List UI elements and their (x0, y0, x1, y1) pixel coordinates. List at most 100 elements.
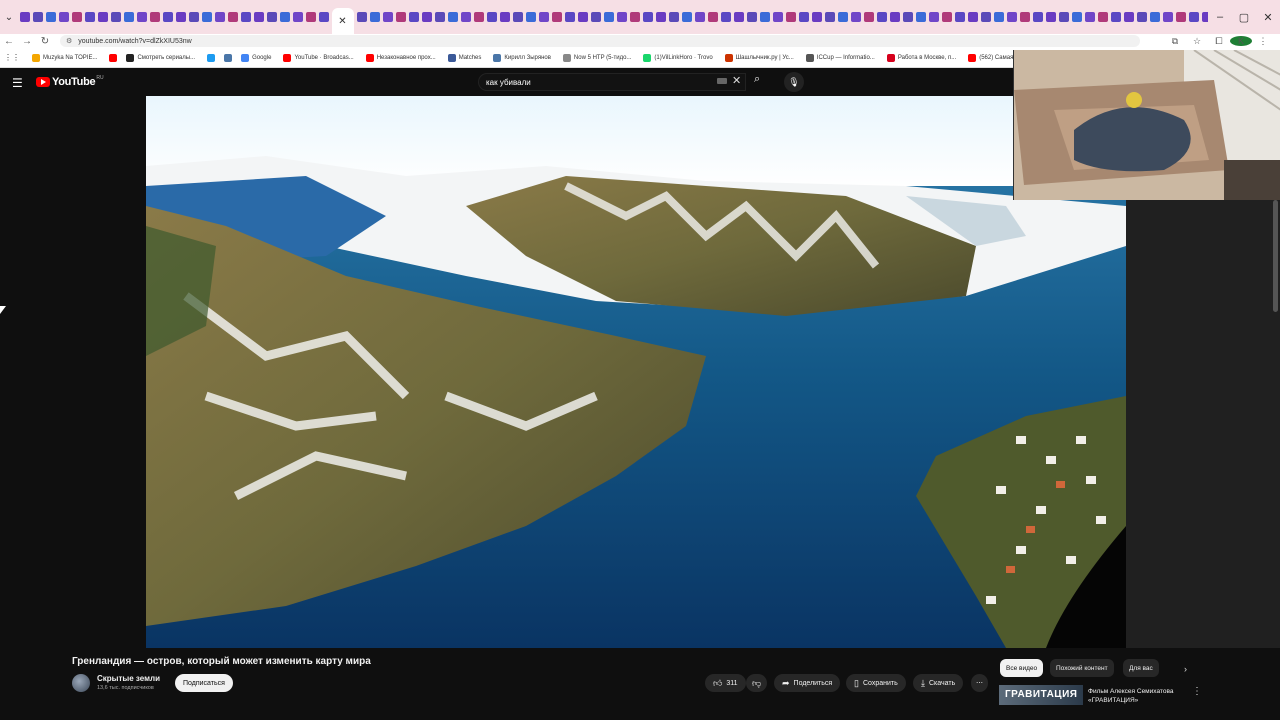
bookmark-item[interactable]: Matches (447, 53, 481, 62)
browser-tab[interactable] (1149, 12, 1160, 22)
site-info-icon[interactable]: ⚙ (66, 37, 72, 45)
browser-tab[interactable] (655, 12, 666, 22)
apps-icon[interactable]: ⋮⋮ (4, 53, 20, 62)
browser-tab[interactable] (253, 12, 264, 22)
browser-tab[interactable] (408, 12, 419, 22)
browser-tab[interactable] (97, 12, 108, 22)
close-window-icon[interactable]: ✕ (1256, 11, 1280, 24)
browser-tab[interactable] (525, 12, 536, 22)
bookmark-item[interactable]: Незаконавное прох... (365, 53, 436, 62)
browser-tab[interactable] (84, 12, 95, 22)
browser-tab[interactable] (447, 12, 458, 22)
channel-avatar[interactable] (72, 674, 90, 692)
bookmark-item[interactable]: (1)VilLinkHoro · Trovo (643, 53, 713, 62)
browser-tab[interactable] (110, 12, 121, 22)
browser-tab[interactable] (837, 12, 848, 22)
browser-tab[interactable] (356, 12, 367, 22)
browser-tab[interactable] (707, 12, 718, 22)
bookmark-star-icon[interactable]: ☆ (1186, 36, 1208, 47)
browser-tab[interactable] (473, 12, 484, 22)
browser-tab[interactable] (733, 12, 744, 22)
bookmark-item[interactable]: Смотреть сериалы... (126, 53, 195, 62)
download-button[interactable]: ⤓ Скачать (913, 674, 964, 692)
bookmark-item[interactable]: Работа в Москве, п... (886, 53, 956, 62)
extensions-icon[interactable]: ⧠ (1208, 36, 1230, 47)
browser-tab[interactable] (32, 12, 43, 22)
browser-tab[interactable] (772, 12, 783, 22)
browser-tab[interactable] (292, 12, 303, 22)
browser-tab[interactable] (564, 12, 575, 22)
browser-tab[interactable] (369, 12, 380, 22)
browser-tab[interactable] (967, 12, 978, 22)
bookmark-item[interactable]: Muzyka Na TOPIE... (32, 53, 97, 62)
browser-tab[interactable] (45, 12, 56, 22)
browser-tab[interactable] (71, 12, 82, 22)
bookmark-item[interactable] (224, 53, 235, 62)
browser-tab[interactable] (1110, 12, 1121, 22)
like-button[interactable]: 👍︎ 311 (705, 674, 746, 692)
bookmark-item[interactable]: ICCup — Informatio... (805, 53, 875, 62)
bookmark-item[interactable]: Google (241, 53, 271, 62)
browser-tab[interactable] (668, 12, 679, 22)
browser-tab[interactable] (616, 12, 627, 22)
browser-tab[interactable] (915, 12, 926, 22)
browser-tab[interactable] (551, 12, 562, 22)
browser-tab[interactable] (395, 12, 406, 22)
browser-tab[interactable] (1188, 12, 1199, 22)
browser-tab[interactable] (58, 12, 69, 22)
browser-tab[interactable] (1006, 12, 1017, 22)
bookmark-item[interactable]: Кирилл Зырянов (493, 53, 551, 62)
cast-icon[interactable]: ⧉ (1164, 36, 1186, 47)
browser-tab[interactable] (876, 12, 887, 22)
forward-icon[interactable]: → (18, 36, 36, 47)
share-button[interactable]: ➦ Поделиться (774, 674, 841, 692)
chip-related[interactable]: Похожий контент (1050, 659, 1114, 677)
back-icon[interactable]: ← (0, 36, 18, 47)
tab-search-icon[interactable]: ⌄ (0, 0, 18, 34)
browser-tab[interactable] (460, 12, 471, 22)
browser-tab[interactable] (993, 12, 1004, 22)
browser-tab[interactable] (863, 12, 874, 22)
browser-tab[interactable] (227, 12, 238, 22)
browser-tab[interactable] (902, 12, 913, 22)
youtube-logo[interactable]: YouTube RU (36, 75, 104, 88)
browser-tab[interactable] (136, 12, 147, 22)
bookmark-item[interactable]: Now 5 HTP (5-тидо... (562, 53, 631, 62)
browser-tab[interactable] (785, 12, 796, 22)
search-input[interactable]: как убивали (478, 73, 746, 91)
browser-tab[interactable] (214, 12, 225, 22)
browser-tab[interactable] (279, 12, 290, 22)
browser-tab[interactable] (954, 12, 965, 22)
url-bar[interactable]: ⚙ youtube.com/watch?v=dlZkXIU53nw (60, 35, 1140, 47)
browser-tab[interactable] (1058, 12, 1069, 22)
browser-tab[interactable] (1071, 12, 1082, 22)
chevron-right-icon[interactable]: › (1184, 664, 1187, 674)
browser-tab[interactable] (642, 12, 653, 22)
recommendation-thumbnail[interactable]: ГРАВИТАЦИЯ (999, 685, 1083, 705)
reload-icon[interactable]: ↻ (36, 36, 54, 47)
maximize-icon[interactable]: ▢ (1232, 11, 1256, 24)
browser-tab[interactable] (720, 12, 731, 22)
browser-tab[interactable] (1097, 12, 1108, 22)
dislike-button[interactable]: 👎︎ (746, 674, 768, 692)
chip-for-you[interactable]: Для вас (1123, 659, 1159, 677)
browser-tab[interactable] (1032, 12, 1043, 22)
browser-tab[interactable] (201, 12, 212, 22)
page-scrollbar[interactable] (1273, 200, 1278, 312)
browser-tab[interactable] (382, 12, 393, 22)
bookmark-item[interactable]: YouTube · Broadcas... (283, 53, 354, 62)
browser-tab[interactable] (850, 12, 861, 22)
chip-all-videos[interactable]: Все видео (1000, 659, 1044, 677)
browser-tab[interactable] (811, 12, 822, 22)
browser-tab[interactable] (629, 12, 640, 22)
browser-tab[interactable] (240, 12, 251, 22)
browser-tab[interactable] (499, 12, 510, 22)
browser-tab[interactable] (889, 12, 900, 22)
browser-tab[interactable] (681, 12, 692, 22)
browser-tab[interactable] (928, 12, 939, 22)
browser-tab[interactable] (149, 12, 160, 22)
minimize-icon[interactable]: – (1208, 11, 1232, 24)
browser-tab[interactable] (1084, 12, 1095, 22)
recommendation-title[interactable]: Фильм Алексея Семихатова «ГРАВИТАЦИЯ» (1088, 687, 1188, 705)
browser-tab[interactable] (1175, 12, 1186, 22)
